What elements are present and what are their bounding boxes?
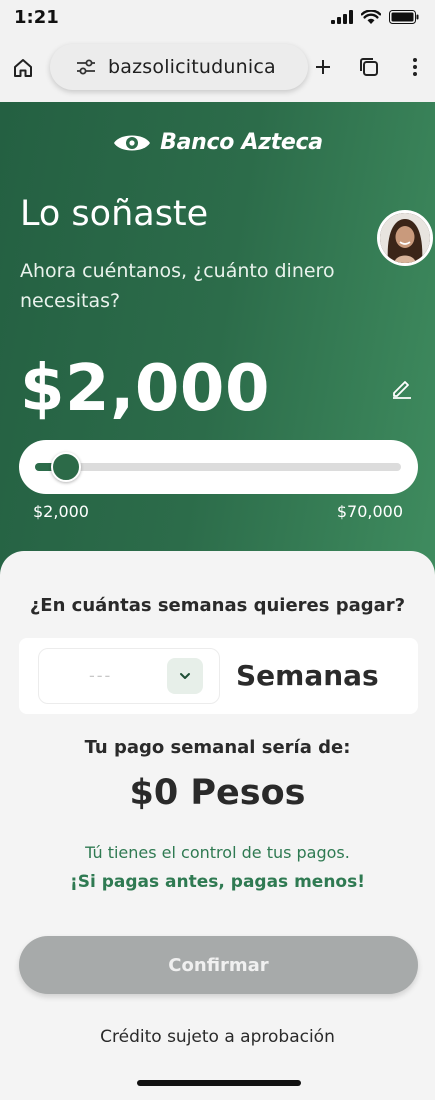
status-bar: 1:21 [0,0,435,34]
browser-toolbar: bazsolicitudunica [0,34,435,102]
weekly-payment-value: $0 Pesos [129,773,306,813]
more-vertical-icon [413,58,417,76]
pay-early-text: ¡Si pagas antes, pagas menos! [69,872,365,892]
address-bar[interactable]: bazsolicitudunica [50,44,308,90]
payment-control-text: Tú tienes el control de tus pagos. [85,843,350,862]
brand-logo: Banco Azteca [0,130,435,155]
slider-thumb[interactable] [51,452,81,482]
amount-slider[interactable] [19,440,418,494]
slider-min-label: $2,000 [33,502,89,521]
payment-sheet: ¿En cuántas semanas quieres pagar? --- S… [0,551,435,1100]
plus-icon [316,60,330,74]
page-title: Lo soñaste [20,194,209,234]
weeks-dropdown[interactable]: --- [38,648,220,704]
page-subtitle: Ahora cuéntanos, ¿cuánto dinero necesita… [20,260,335,312]
loan-amount-value: $2,000 [20,352,270,426]
chevron-down-icon [180,673,190,679]
weeks-dropdown-value: --- [89,666,113,685]
wifi-icon [361,9,381,24]
loan-amount-hero: Banco Azteca Lo soñaste Ahora cuéntanos,… [0,102,435,582]
pencil-icon [393,381,411,399]
confirm-button[interactable]: Confirmar [19,936,418,994]
edit-amount-button[interactable] [390,376,414,400]
credit-disclaimer: Crédito sujeto a aprobación [100,1027,335,1047]
assistant-avatar[interactable] [377,210,433,266]
weekly-payment-label: Tu pago semanal sería de: [84,737,351,758]
home-indicator [137,1080,301,1086]
status-icons [331,9,419,25]
avatar-image [380,213,430,263]
home-button[interactable] [10,55,36,81]
home-icon [14,59,32,77]
site-settings-icon[interactable] [76,59,96,75]
tabs-icon [360,58,378,76]
browser-menu-button[interactable] [403,54,427,80]
slider-max-label: $70,000 [336,502,403,521]
weeks-unit-label: Semanas [236,659,379,692]
battery-icon [389,10,419,24]
url-text: bazsolicitudunica [108,56,276,78]
status-time: 1:21 [14,6,59,28]
weeks-dropdown-toggle[interactable] [167,658,203,694]
weeks-question: ¿En cuántas semanas quieres pagar? [29,595,406,616]
cellular-signal-icon [331,10,353,24]
banco-azteca-logo-icon [114,135,151,150]
tab-switcher-button[interactable] [357,54,381,80]
new-tab-button[interactable] [311,54,335,80]
slider-track[interactable] [35,452,401,482]
weeks-selector-card: --- Semanas [19,638,418,714]
brand-name: Banco Azteca [160,130,323,155]
